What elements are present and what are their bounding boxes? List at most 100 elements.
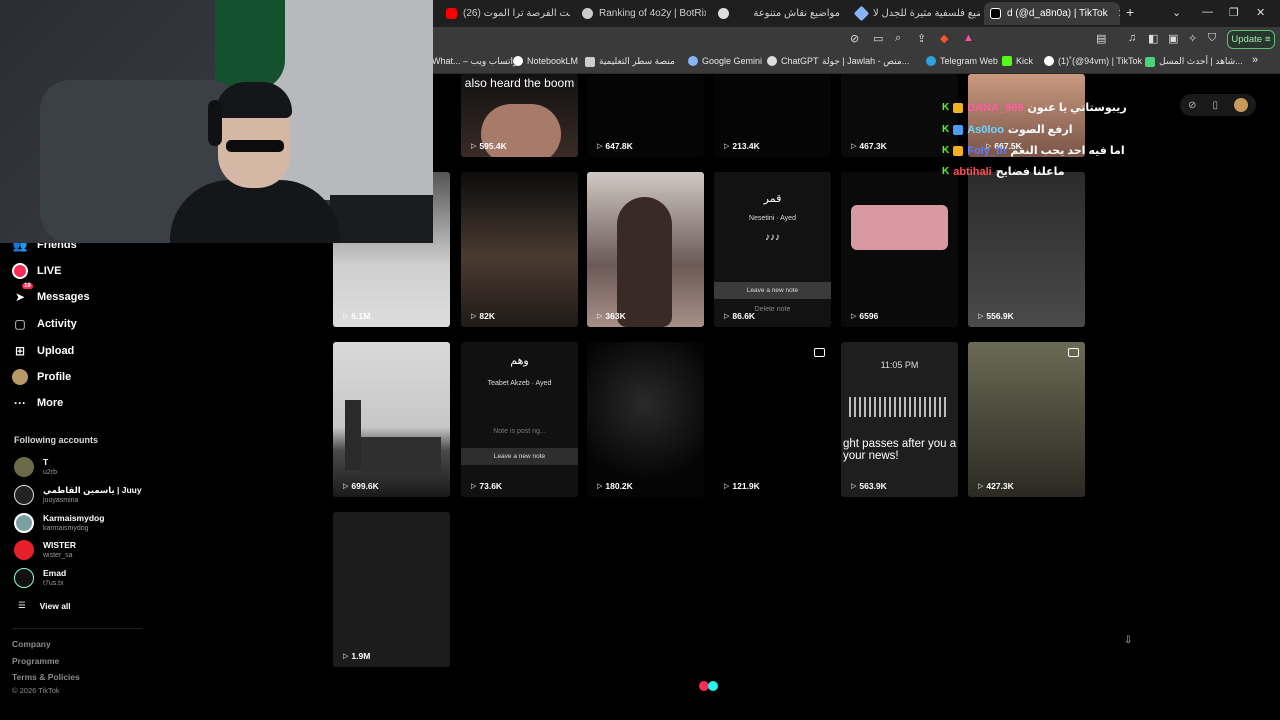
maximize-icon[interactable]: ❐ (1229, 6, 1239, 19)
bookmark-label: شاهد | أحدث المسل... (1159, 56, 1243, 66)
update-button[interactable]: Update ≡ (1227, 30, 1275, 49)
tab-chatgpt[interactable]: مواضيع نقاش متنوعة (712, 2, 846, 25)
tab-list-chevron-icon[interactable]: ⌄ (1172, 6, 1181, 19)
copyright: © 2026 TikTok (12, 686, 60, 695)
translate-icon[interactable]: ⊘ (850, 32, 859, 45)
footer-link-programme[interactable]: Programme (12, 656, 59, 666)
bookmark-gemini[interactable]: Google Gemini (688, 56, 762, 66)
account-username: t7us.tx (43, 580, 64, 587)
footer-link-terms[interactable]: Terms & Policies (12, 672, 80, 682)
vpn-icon[interactable]: ⛉ (1208, 32, 1216, 45)
bookmark-tiktok[interactable]: (1)˚(@94vm) | TikTok (1044, 56, 1142, 66)
sidebar-item-label: Profile (37, 371, 72, 383)
new-tab-button[interactable]: + (1126, 4, 1134, 20)
close-window-icon[interactable]: ✕ (1256, 6, 1265, 19)
note-title: وهم (510, 355, 529, 367)
compass-icon[interactable]: ⊘ (1188, 100, 1196, 111)
more-bookmarks-button[interactable]: » (1252, 54, 1258, 66)
sidebar-item-profile[interactable]: Profile (12, 366, 71, 388)
subscriber-badge-icon (953, 124, 964, 135)
view-count: ▷ 6596 (851, 311, 879, 321)
sidebar-toggle-icon[interactable]: ▤ (1096, 32, 1106, 45)
bookmark-label: جولة | Jawlah - منص... (822, 56, 910, 66)
video-tile[interactable]: ▷ 467.3K (841, 74, 958, 157)
more-icon: ··· (14, 396, 26, 410)
share-icon[interactable]: ⇪ (917, 32, 926, 45)
video-tile[interactable]: ▷ 180.2K (587, 342, 704, 497)
video-tile[interactable]: ▷ 213.4K (714, 74, 831, 157)
close-tab-icon[interactable]: ✕ (1118, 7, 1120, 20)
bookmark-whatsapp[interactable]: What... – واتساب ويب (432, 56, 517, 67)
video-tile[interactable]: ▷ 6596 (841, 172, 958, 327)
tab-label: مواضيع فلسفية مثيرة للجدل لا (873, 8, 980, 19)
video-tile[interactable]: ▷ 121.9K (714, 342, 831, 497)
bookmark-label: Telegram Web (940, 56, 998, 66)
video-tile[interactable]: ▷ 363K (587, 172, 704, 327)
scroll-down-icon[interactable]: ⇩ (1124, 635, 1132, 646)
video-tile[interactable]: ▷ 82K (461, 172, 578, 327)
view-count: ▷ 86.6K (724, 311, 756, 321)
following-account[interactable]: WISTER wister_sa (14, 537, 76, 563)
tab-gemini[interactable]: مواضيع فلسفية مثيرة للجدل لا (850, 2, 980, 25)
tab-youtube[interactable]: (26) لا ضاعت الفرصة ترا الموت... (440, 2, 570, 25)
video-tile[interactable]: ▷ 647.8K (587, 74, 704, 157)
brave-shield-icon[interactable]: ◆ (940, 32, 948, 45)
video-caption: also heard the boom (464, 76, 575, 90)
chat-message: K As0loo ارفع الصوت (942, 123, 1073, 137)
leave-note-button[interactable]: Leave a new note (461, 448, 578, 465)
music-notes-icon: ♪♪♪ (765, 232, 780, 243)
video-tile[interactable]: 11:05 PM ght passes after you a your new… (841, 342, 958, 497)
brave-rewards-icon[interactable]: ▲ (963, 32, 974, 44)
music-card-thumbnail (851, 205, 948, 250)
tab-tiktok-active[interactable]: d (@d_a8n0a) | TikTok ✕ (984, 2, 1120, 25)
following-account[interactable]: Emad t7us.tx (14, 565, 66, 591)
reader-icon[interactable]: ◧ (1148, 32, 1158, 45)
building-silhouette (361, 437, 441, 477)
bookmark-jawlah[interactable]: جولة | Jawlah - منص... (822, 56, 909, 67)
view-all-button[interactable]: ☰ View all (18, 600, 71, 611)
floating-controls: ⊘ ▯ (1180, 94, 1256, 116)
bookmark-chatgpt[interactable]: ChatGPT (767, 56, 819, 66)
phone-icon[interactable]: ▯ (1212, 100, 1218, 111)
media-icon[interactable]: ♫ (1128, 32, 1136, 44)
bookmark-satr[interactable]: منصة سطر التعليمية (585, 56, 675, 67)
note-title: قمر (763, 193, 782, 205)
bookmark-label: NotebookLM (527, 56, 579, 66)
leave-note-button[interactable]: Leave a new note (714, 282, 831, 299)
bookmark-notebooklm[interactable]: NotebookLM (513, 56, 578, 66)
video-tile[interactable]: ▷ 556.9K (968, 172, 1085, 327)
play-icon: ▷ (471, 143, 477, 150)
play-icon: ▷ (724, 143, 730, 150)
video-tile[interactable]: ▷ 1.9M (333, 512, 450, 667)
view-count: ▷ 213.4K (724, 141, 760, 151)
bookmark-kick[interactable]: Kick (1002, 56, 1033, 66)
bookmark-telegram[interactable]: Telegram Web (926, 56, 998, 66)
tab-botrix[interactable]: Ranking of 4o2y | BotRix — C (576, 2, 706, 25)
bookmark-shahid[interactable]: شاهد | أحدث المسل... (1145, 56, 1243, 67)
sidebar-item-messages[interactable]: ➤ 19 Messages (12, 283, 90, 308)
following-account[interactable]: ياسمين القاطمي | Juuy juuyasmina (14, 482, 142, 508)
account-name: WISTER (43, 540, 77, 550)
video-tile[interactable]: also heard the boom ▷ 595.4K (461, 74, 578, 157)
user-avatar-icon[interactable] (1233, 98, 1248, 112)
footer-link-company[interactable]: Company (12, 639, 51, 649)
zoom-icon[interactable]: ⌕ (895, 32, 901, 45)
wallet-icon[interactable]: ▣ (1168, 32, 1178, 45)
leo-ai-icon[interactable]: ✧ (1188, 32, 1197, 45)
video-tile[interactable]: قمر Nesetini · Ayed ♪♪♪ Leave a new note… (714, 172, 831, 327)
sidebar-item-more[interactable]: ··· More (12, 392, 63, 414)
video-tile[interactable]: وهم Teabet Akzeb · Ayed Note is post ng.… (461, 342, 578, 497)
following-account[interactable]: Tu2rb (14, 454, 57, 480)
video-tile[interactable]: ▷ 427.3K (968, 342, 1085, 497)
sidebar-item-live[interactable]: LIVE (12, 260, 61, 282)
sidebar-item-activity[interactable]: ▢ Activity (12, 313, 76, 335)
photo-carousel-icon (814, 348, 825, 357)
note-song: Nesetini · Ayed (749, 215, 796, 222)
sidebar-item-upload[interactable]: ⊞ Upload (12, 340, 74, 362)
person-thumbnail (617, 197, 672, 327)
minimize-icon[interactable]: — (1202, 6, 1213, 18)
kick-icon: K (942, 166, 950, 177)
video-tile[interactable]: ▷ 699.6K (333, 342, 450, 497)
following-account[interactable]: Karmaismydog karmaismydog (14, 510, 104, 536)
screenshot-icon[interactable]: ▭ (873, 32, 883, 45)
